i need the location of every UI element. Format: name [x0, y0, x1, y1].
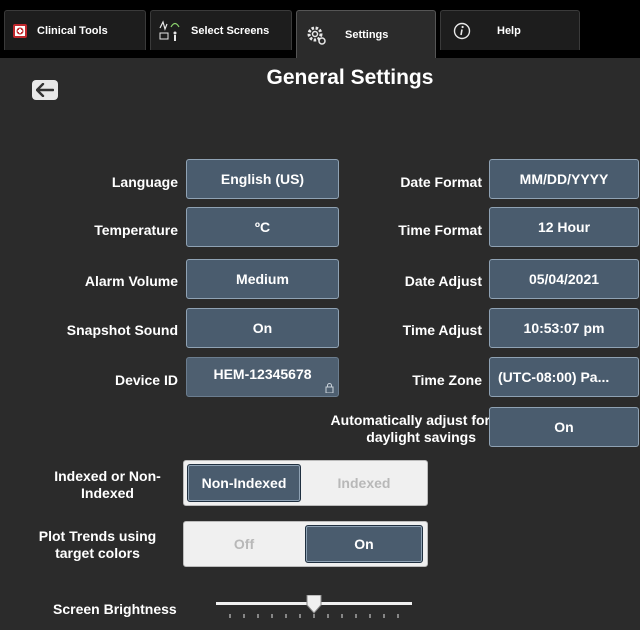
date-format-label: Date Format — [400, 174, 482, 190]
dst-button[interactable]: On — [489, 407, 639, 447]
device-id-field: HEM-12345678 — [186, 357, 339, 397]
gear-icon — [305, 24, 327, 46]
device-id-label: Device ID — [114, 372, 178, 388]
date-adjust-button[interactable]: 05/04/2021 — [489, 259, 639, 299]
language-button[interactable]: English (US) — [186, 159, 339, 199]
tab-help[interactable]: Help — [440, 10, 580, 50]
time-zone-label: Time Zone — [412, 372, 482, 388]
tab-select-screens[interactable]: Select Screens — [150, 10, 292, 50]
plot-trends-label-line2: target colors — [55, 545, 140, 561]
temperature-button[interactable]: ºC — [186, 207, 339, 247]
snapshot-sound-button[interactable]: On — [186, 308, 339, 348]
slider-ticks — [229, 614, 399, 618]
plot-trends-label: Plot Trends using target colors — [20, 528, 175, 562]
info-icon — [453, 22, 471, 40]
lock-icon — [325, 383, 334, 393]
time-adjust-button[interactable]: 10:53:07 pm — [489, 308, 639, 348]
tab-label: Select Screens — [191, 24, 270, 37]
page-title: General Settings — [266, 66, 434, 89]
dst-label: Automatically adjust for daylight saving… — [290, 412, 490, 446]
tab-label: Clinical Tools — [37, 24, 108, 37]
date-format-button[interactable]: MM/DD/YYYY — [489, 159, 639, 199]
time-format-button[interactable]: 12 Hour — [489, 207, 639, 247]
date-adjust-label: Date Adjust — [404, 273, 482, 289]
dst-label-line1: Automatically adjust for — [330, 412, 490, 428]
indexed-toggle: Non-Indexed Indexed — [183, 460, 428, 506]
language-label: Language — [111, 174, 178, 190]
screens-icon — [159, 19, 181, 42]
indexed-label-line2: Indexed — [81, 485, 134, 501]
device-id-value: HEM-12345678 — [213, 366, 312, 382]
plot-trends-label-line1: Plot Trends using — [38, 528, 157, 544]
top-nav-bar: Clinical Tools Select Screens Settings H… — [0, 0, 640, 58]
snapshot-sound-label: Snapshot Sound — [66, 322, 178, 338]
dst-label-line2: daylight savings — [366, 429, 476, 445]
alarm-volume-button[interactable]: Medium — [186, 259, 339, 299]
plot-trends-on-option[interactable]: On — [305, 525, 423, 563]
tab-settings[interactable]: Settings — [296, 10, 436, 58]
alarm-volume-label: Alarm Volume — [84, 273, 178, 289]
settings-panel: General Settings Language English (US) T… — [0, 58, 640, 630]
plot-trends-toggle: Off On — [183, 521, 428, 567]
time-format-label: Time Format — [398, 222, 482, 238]
tab-clinical-tools[interactable]: Clinical Tools — [4, 10, 146, 50]
temperature-label: Temperature — [94, 222, 178, 238]
indexed-label-line1: Indexed or Non- — [54, 468, 161, 484]
screen-brightness-label: Screen Brightness — [53, 601, 177, 617]
indexed-option[interactable]: Indexed — [305, 464, 423, 502]
time-adjust-label: Time Adjust — [402, 322, 482, 338]
non-indexed-option[interactable]: Non-Indexed — [187, 464, 301, 502]
tab-label: Settings — [345, 28, 389, 41]
first-aid-icon — [13, 23, 27, 38]
tab-label: Help — [497, 24, 521, 37]
time-zone-button[interactable]: (UTC-08:00) Pa... — [489, 357, 639, 397]
brightness-slider[interactable] — [216, 592, 412, 622]
plot-trends-off-option[interactable]: Off — [187, 525, 301, 563]
indexed-label: Indexed or Non- Indexed — [40, 468, 175, 502]
